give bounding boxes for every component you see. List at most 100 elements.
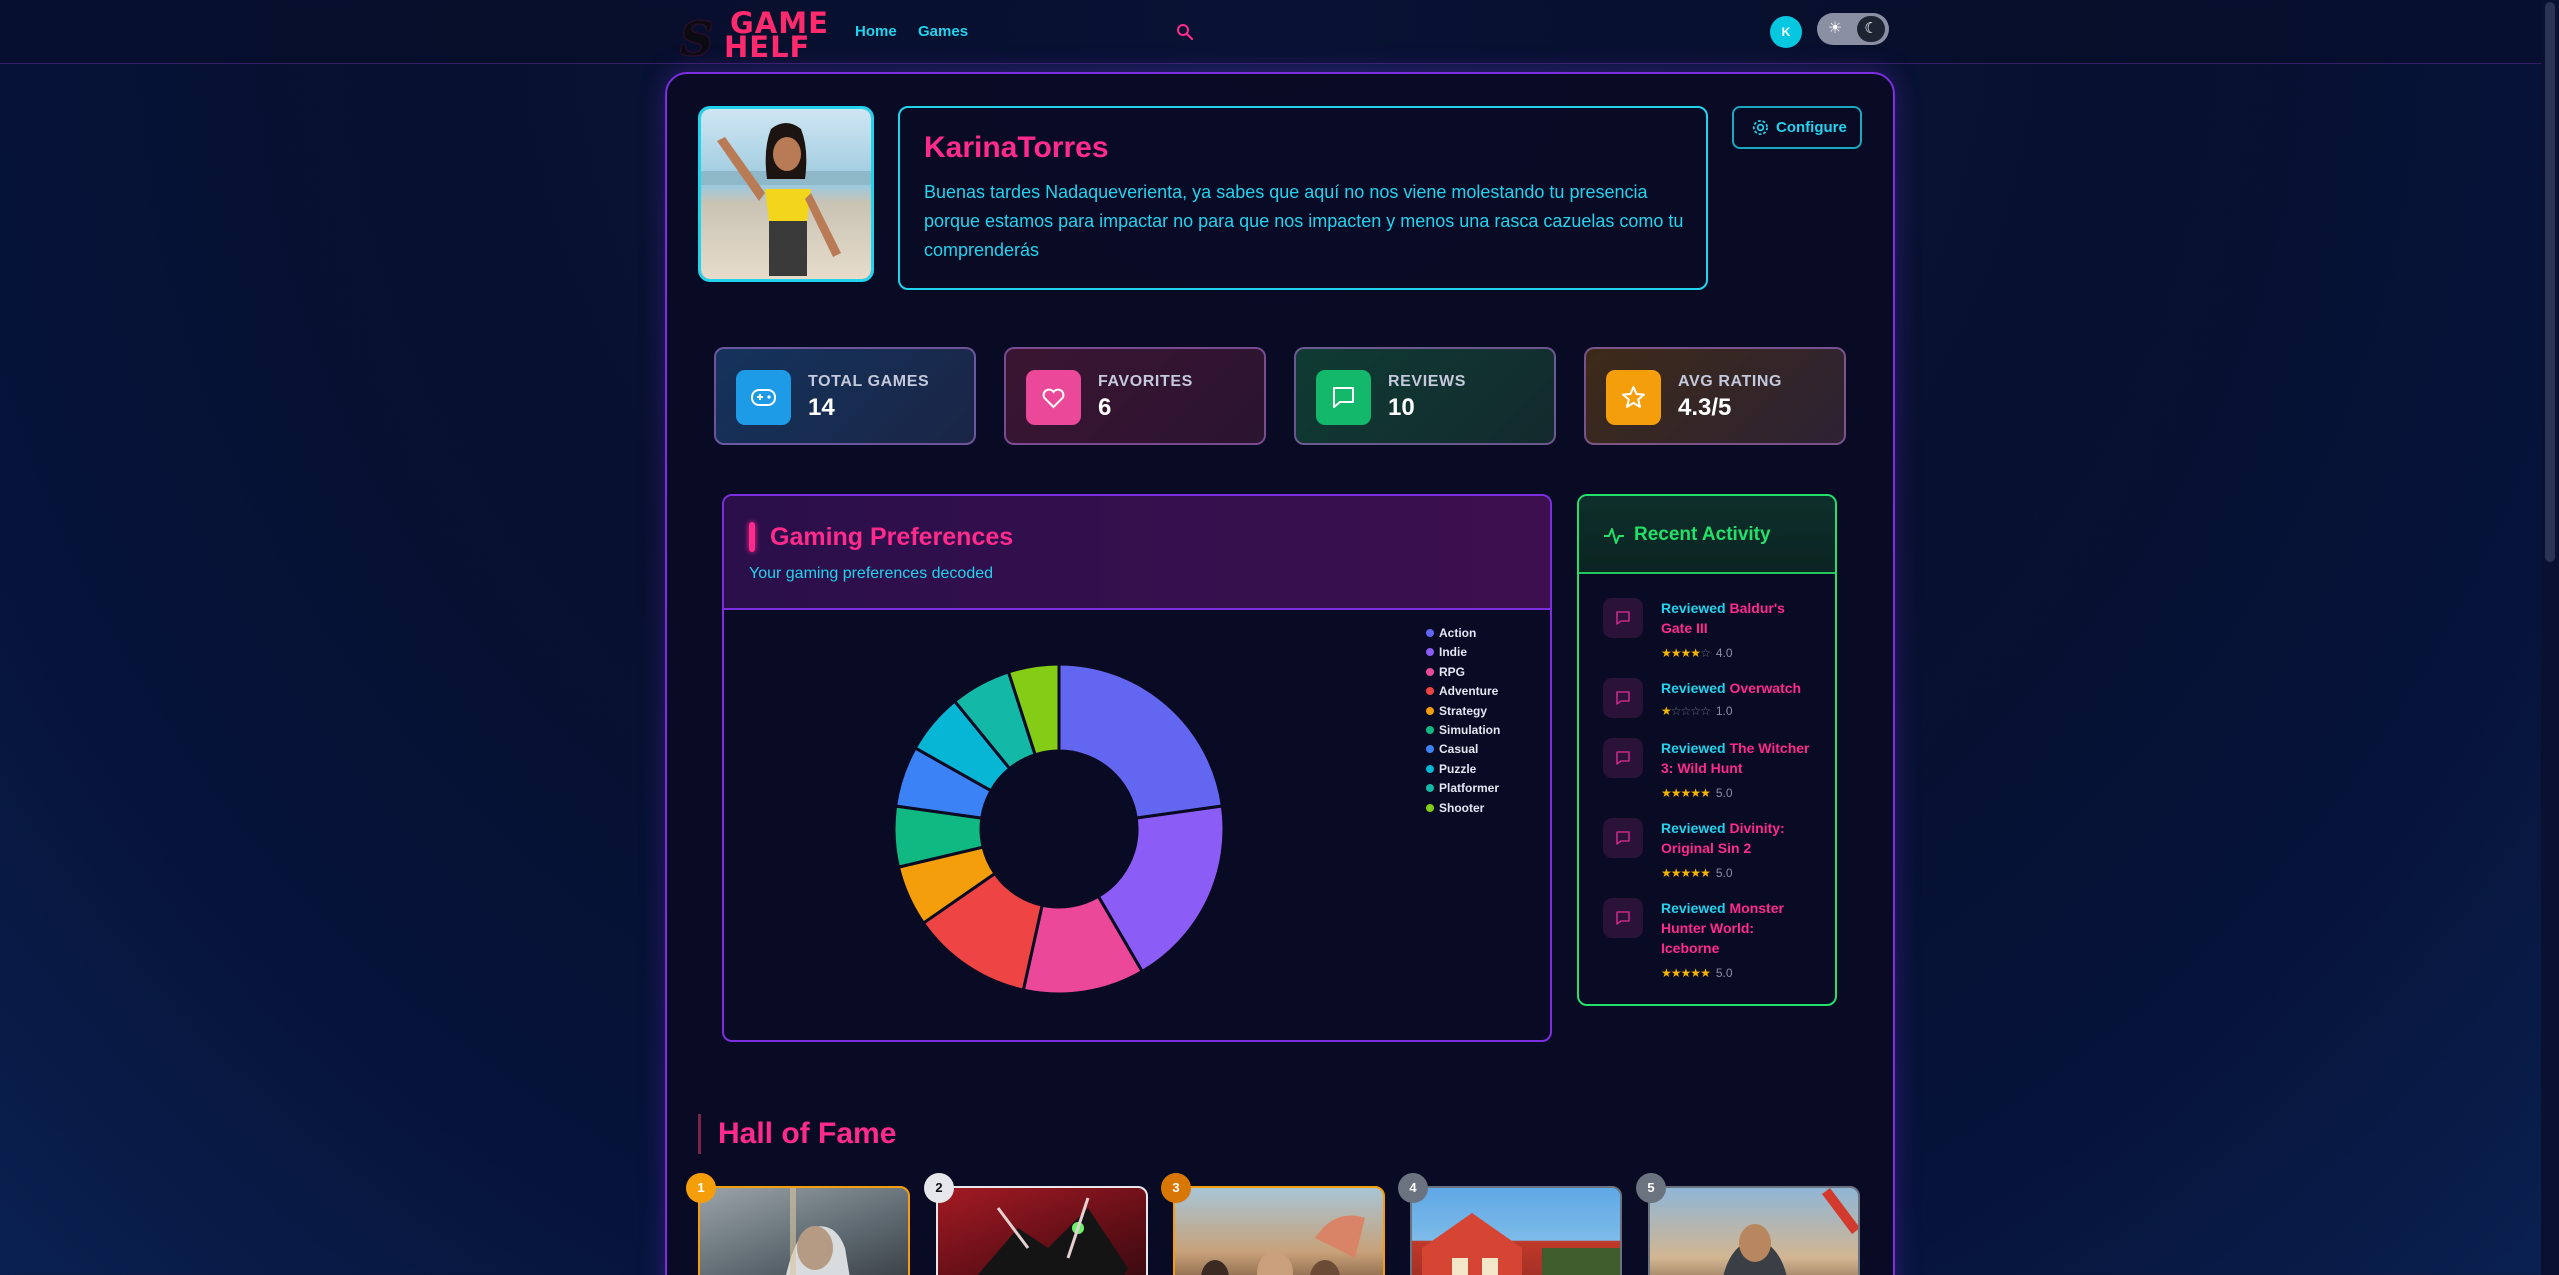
donut-slice-action[interactable]: [1057, 664, 1224, 820]
legend-swatch: [1426, 687, 1434, 696]
legend-label: Indie: [1439, 645, 1468, 660]
stat-value: 6: [1098, 394, 1112, 421]
activity-text: Reviewed The Witcher 3: Wild Hunt: [1661, 738, 1811, 778]
legend-item-action[interactable]: Action: [1426, 626, 1500, 645]
activity-pulse-icon: [1604, 528, 1624, 544]
heart-icon: [1026, 370, 1081, 425]
top-nav-bar: [0, 0, 2559, 64]
star-rating-icon: ★★★★★: [1661, 966, 1711, 980]
activity-game-title[interactable]: Overwatch: [1729, 680, 1801, 696]
legend-swatch: [1426, 803, 1434, 812]
rating-value: 1.0: [1715, 704, 1733, 718]
stat-card-avg-rating: AVG RATING 4.3/5: [1584, 347, 1846, 445]
activity-prefix: Reviewed: [1661, 680, 1726, 696]
legend-item-rpg[interactable]: RPG: [1426, 665, 1500, 684]
legend-item-casual[interactable]: Casual: [1426, 742, 1500, 761]
legend-swatch: [1426, 745, 1434, 754]
legend-label: Puzzle: [1439, 761, 1477, 776]
rank-badge: 4: [1398, 1173, 1428, 1203]
chart-legend: Action Indie RPG Adventure Strategy Simulatio…: [1426, 626, 1500, 820]
activity-rating: ★★★★☆ 4.0: [1661, 646, 1733, 660]
legend-swatch: [1426, 784, 1434, 793]
gear-icon: [1752, 119, 1769, 136]
legend-swatch: [1426, 706, 1434, 715]
activity-text: Reviewed Monster Hunter World: Iceborne: [1661, 898, 1811, 958]
star-rating-icon: ★★★★☆: [1661, 646, 1711, 660]
star-rating-icon: ★★★★★: [1661, 866, 1711, 880]
nav-link-home[interactable]: Home: [855, 23, 897, 40]
accent-bar: [749, 522, 755, 552]
theme-toggle[interactable]: ☀ ☾: [1817, 13, 1889, 45]
legend-label: Simulation: [1439, 722, 1501, 737]
activity-text: Reviewed Overwatch: [1661, 678, 1811, 698]
username: KarinaTorres: [924, 131, 1109, 164]
stat-card-total-games: TOTAL GAMES 14: [714, 347, 976, 445]
rating-value: 5.0: [1715, 966, 1733, 980]
legend-label: Casual: [1439, 742, 1479, 757]
star-rating-icon: ★☆☆☆☆: [1661, 704, 1711, 718]
legend-item-indie[interactable]: Indie: [1426, 645, 1500, 664]
sun-icon[interactable]: ☀: [1823, 17, 1847, 41]
panel-header: Gaming Preferences Your gaming preferenc…: [724, 496, 1550, 610]
stat-label: FAVORITES: [1098, 373, 1193, 390]
stat-card-favorites: FAVORITES 6: [1004, 347, 1266, 445]
hall-of-fame-card[interactable]: [1173, 1186, 1385, 1275]
legend-swatch: [1426, 764, 1434, 773]
rank-badge: 5: [1636, 1173, 1666, 1203]
legend-item-shooter[interactable]: Shooter: [1426, 801, 1500, 820]
search-icon[interactable]: [1175, 22, 1195, 42]
panel-title: Recent Activity: [1634, 524, 1771, 545]
legend-label: Shooter: [1439, 800, 1485, 815]
profile-photo: [698, 106, 874, 282]
logo[interactable]: S GAME HELF: [680, 4, 830, 66]
legend-item-puzzle[interactable]: Puzzle: [1426, 762, 1500, 781]
hall-of-fame-card[interactable]: [936, 1186, 1148, 1275]
hall-of-fame-card[interactable]: [1410, 1186, 1622, 1275]
logo-text-line2: HELF: [724, 30, 811, 64]
legend-label: Platformer: [1439, 781, 1500, 796]
rank-badge: 3: [1161, 1173, 1191, 1203]
activity-prefix: Reviewed: [1661, 740, 1726, 756]
panel-subtitle: Your gaming preferences decoded: [749, 565, 994, 582]
message-icon: [1603, 678, 1643, 718]
message-icon: [1603, 898, 1643, 938]
stat-card-reviews: REVIEWS 10: [1294, 347, 1556, 445]
legend-label: RPG: [1439, 664, 1466, 679]
hall-of-fame-card[interactable]: [1648, 1186, 1860, 1275]
rating-value: 5.0: [1715, 786, 1733, 800]
activity-prefix: Reviewed: [1661, 900, 1726, 916]
rank-badge: 1: [686, 1173, 716, 1203]
legend-item-simulation[interactable]: Simulation: [1426, 723, 1500, 742]
legend-item-adventure[interactable]: Adventure: [1426, 684, 1500, 703]
legend-label: Action: [1439, 626, 1477, 640]
star-rating-icon: ★★★★★: [1661, 786, 1711, 800]
legend-label: Strategy: [1439, 703, 1488, 718]
moon-icon[interactable]: ☾: [1857, 16, 1885, 42]
legend-swatch: [1426, 667, 1434, 676]
activity-rating: ★☆☆☆☆ 1.0: [1661, 704, 1733, 718]
legend-item-platformer[interactable]: Platformer: [1426, 781, 1500, 800]
hall-of-fame-card[interactable]: [698, 1186, 910, 1275]
nav-link-games[interactable]: Games: [918, 23, 968, 40]
message-icon: [1603, 818, 1643, 858]
panel-title: Gaming Preferences: [770, 523, 1014, 551]
stat-value: 4.3/5: [1678, 394, 1732, 421]
bio-text: Buenas tardes Nadaqueverienta, ya sabes …: [924, 182, 1684, 260]
configure-label: Configure: [1776, 119, 1847, 136]
activity-prefix: Reviewed: [1661, 600, 1726, 616]
scrollbar-thumb[interactable]: [2545, 2, 2555, 562]
panel-header: Recent Activity: [1579, 496, 1835, 574]
configure-button[interactable]: Configure: [1732, 106, 1862, 149]
legend-item-strategy[interactable]: Strategy: [1426, 704, 1500, 723]
message-icon: [1603, 738, 1643, 778]
gamepad-icon: [736, 370, 791, 425]
legend-label: Adventure: [1439, 684, 1499, 699]
stat-value: 10: [1388, 394, 1415, 421]
stat-value: 14: [808, 394, 835, 421]
rating-value: 4.0: [1715, 646, 1733, 660]
activity-rating: ★★★★★ 5.0: [1661, 866, 1733, 880]
activity-prefix: Reviewed: [1661, 820, 1726, 836]
activity-text: Reviewed Baldur's Gate III: [1661, 598, 1811, 638]
rating-value: 5.0: [1715, 866, 1733, 880]
user-avatar[interactable]: K: [1770, 16, 1802, 48]
